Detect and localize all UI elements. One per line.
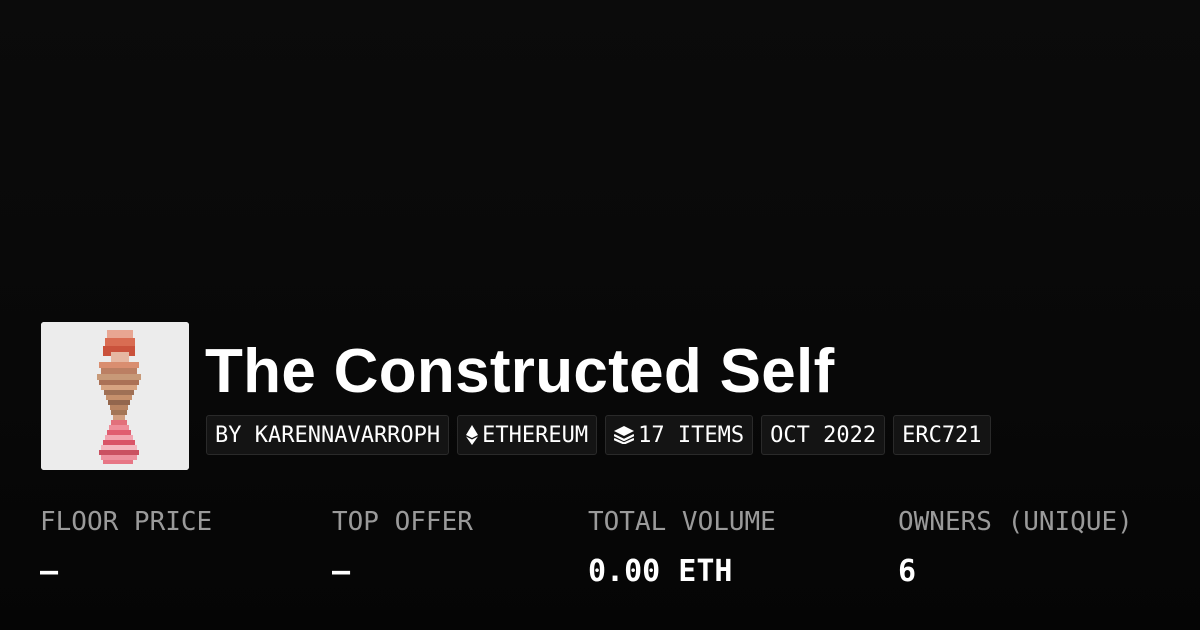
collection-title: The Constructed Self <box>205 337 835 406</box>
chain-chip-label: ETHEREUM <box>482 422 589 448</box>
collection-thumbnail <box>41 322 189 470</box>
top-offer-label: TOP OFFER <box>332 507 473 537</box>
ethereum-icon <box>466 425 479 445</box>
owners-value: 6 <box>898 554 917 589</box>
top-offer-value: — <box>332 554 351 589</box>
floor-price-label: FLOOR PRICE <box>40 507 213 537</box>
share-card: The Constructed Self BY KARENNAVARROPH E… <box>0 0 1200 630</box>
layers-icon <box>614 426 635 444</box>
creator-chip-label: BY KARENNAVARROPH <box>215 422 441 448</box>
portrait-artwork-image <box>41 322 189 470</box>
floor-price-value: — <box>40 554 59 589</box>
date-chip-label: OCT 2022 <box>770 422 877 448</box>
total-volume-value: 0.00 ETH <box>588 554 733 589</box>
items-chip: 17 ITEMS <box>605 415 754 455</box>
owners-label: OWNERS (UNIQUE) <box>898 507 1133 537</box>
items-chip-label: 17 ITEMS <box>638 422 745 448</box>
creator-chip[interactable]: BY KARENNAVARROPH <box>206 415 450 455</box>
standard-chip: ERC721 <box>893 415 991 455</box>
standard-chip-label: ERC721 <box>902 422 982 448</box>
total-volume-label: TOTAL VOLUME <box>588 507 776 537</box>
chain-chip: ETHEREUM <box>457 415 598 455</box>
date-chip: OCT 2022 <box>761 415 886 455</box>
collection-meta-chips: BY KARENNAVARROPH ETHEREUM 17 ITEMS OCT … <box>206 415 991 455</box>
